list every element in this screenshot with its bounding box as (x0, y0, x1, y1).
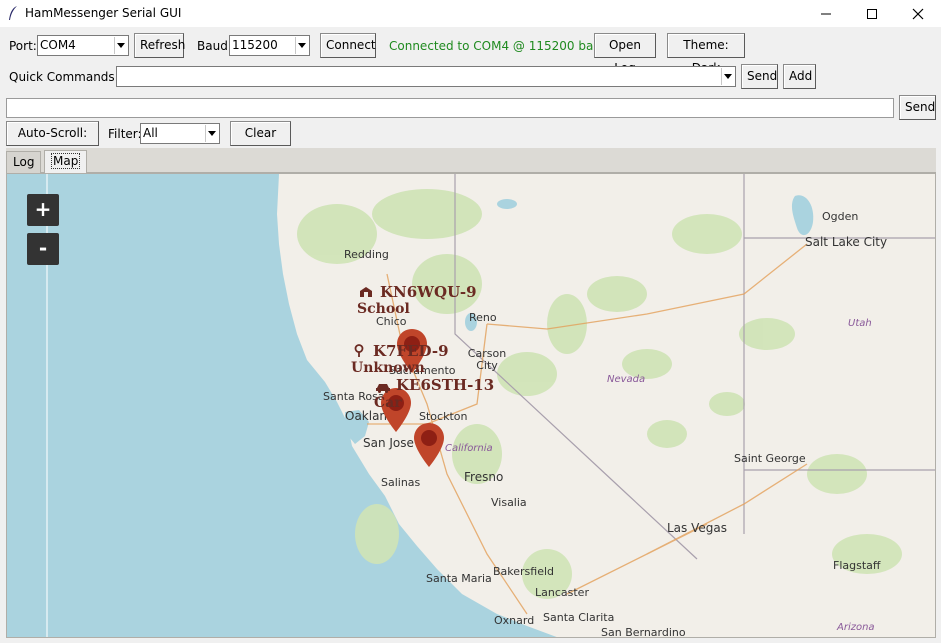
clear-log-button[interactable]: Clear Log (230, 121, 291, 163)
map-marker-pin[interactable] (412, 422, 446, 468)
baud-select[interactable]: 115200 (229, 35, 310, 56)
city-label: Santa Maria (426, 572, 492, 585)
city-label: Saint George (734, 452, 806, 465)
connect-button[interactable]: Connect (320, 33, 376, 58)
filter-select[interactable]: All (140, 123, 220, 144)
city-label: Las Vegas (667, 521, 727, 535)
command-input[interactable] (6, 98, 894, 118)
tab-log-label: Log (13, 155, 35, 169)
connection-status: Connected to COM4 @ 115200 baud (389, 39, 609, 53)
command-send-button[interactable]: Send (899, 95, 936, 120)
map-view[interactable]: + - Ogden Salt Lake City Redding Chico R… (6, 173, 936, 638)
station-callsign: KN6WQU-9 (380, 283, 477, 301)
station-callsign: KE6STH-13 (396, 376, 495, 394)
city-label: Ogden (822, 210, 859, 223)
quick-send-button[interactable]: Send (741, 64, 778, 89)
city-label: Santa Clarita (543, 611, 615, 624)
pin-icon (354, 344, 364, 357)
city-label: Reno (469, 311, 497, 324)
chevron-down-icon[interactable] (205, 125, 218, 142)
tab-map-label: Map (51, 153, 81, 169)
chevron-down-icon[interactable] (721, 68, 734, 85)
tab-log[interactable]: Log (6, 151, 42, 173)
title-bar: HamMessenger Serial GUI (0, 0, 941, 27)
filter-value: All (143, 126, 158, 140)
school-icon (360, 287, 372, 297)
city-label: San Bernardino (601, 626, 686, 638)
maximize-icon (867, 8, 877, 19)
zoom-in-button[interactable]: + (27, 194, 59, 226)
car-icon (376, 384, 390, 393)
city-label: Bakersfield (493, 565, 555, 578)
city-label: Salt Lake City (805, 235, 888, 249)
state-label: Nevada (607, 374, 646, 385)
filter-label: Filter: (108, 127, 142, 141)
station-type: School (357, 301, 410, 317)
state-label: Arizona (837, 622, 875, 633)
station-callsign: K7FED-9 (373, 342, 449, 360)
city-label: Fresno (464, 470, 504, 484)
quick-commands-select[interactable] (116, 66, 736, 87)
station-type: Car (374, 395, 402, 411)
state-label: California (445, 443, 493, 454)
baud-value: 115200 (232, 38, 278, 52)
chevron-down-icon[interactable] (114, 37, 127, 54)
close-button[interactable] (895, 0, 941, 27)
theme-toggle-button[interactable]: Theme: Dark (667, 33, 745, 75)
refresh-button[interactable]: Refresh (134, 33, 185, 58)
city-label: Carson City (467, 347, 507, 372)
city-label: Visalia (491, 496, 527, 509)
auto-scroll-button[interactable]: Auto-Scroll: On (6, 121, 99, 163)
station-type: Unknown (351, 360, 425, 376)
baud-label: Baud: (197, 39, 232, 53)
feather-icon (9, 6, 17, 20)
map-tiles[interactable] (7, 174, 936, 638)
window-title: HamMessenger Serial GUI (25, 6, 182, 20)
maximize-button[interactable] (849, 0, 895, 27)
close-icon (912, 8, 924, 19)
minimize-icon (821, 13, 831, 14)
city-label: Flagstaff (833, 559, 881, 572)
port-select[interactable]: COM4 (37, 35, 129, 56)
city-label: Oxnard (494, 614, 535, 627)
chevron-down-icon[interactable] (295, 37, 308, 54)
quick-commands-label: Quick Commands: (9, 70, 119, 84)
open-log-button[interactable]: Open Log (594, 33, 656, 75)
city-label: San Jose (363, 436, 414, 450)
state-label: Utah (848, 318, 872, 329)
city-label: Redding (344, 248, 389, 261)
city-label: Salinas (381, 476, 421, 489)
port-value: COM4 (40, 38, 76, 52)
port-label: Port: (9, 39, 37, 53)
quick-add-button[interactable]: Add (783, 64, 816, 89)
zoom-out-button[interactable]: - (27, 233, 59, 265)
tab-map[interactable]: Map (44, 150, 88, 174)
minimize-button[interactable] (803, 0, 849, 27)
notebook-tabs: Log Map (6, 148, 936, 174)
city-label: Lancaster (535, 586, 589, 599)
